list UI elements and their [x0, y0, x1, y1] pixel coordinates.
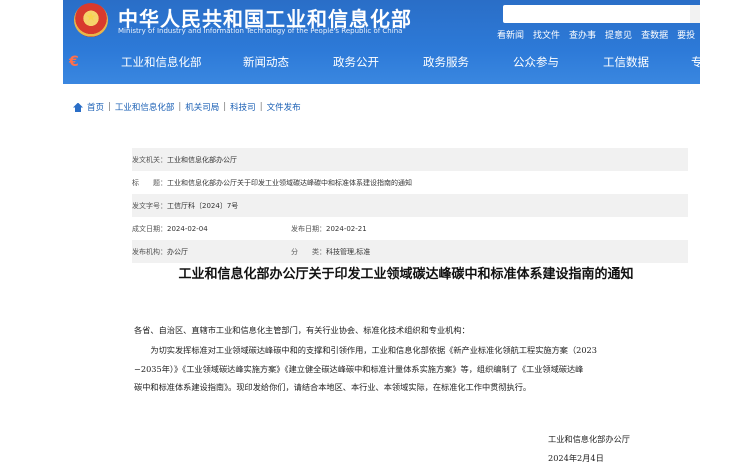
meta-row-dates: 成文日期： 2024-02-04 发布日期： 2024-02-21 [132, 217, 688, 240]
breadcrumb-separator: | [108, 102, 111, 112]
document-title: 工业和信息化部办公厅关于印发工业领域碳达峰碳中和标准体系建设指南的通知 [178, 267, 634, 282]
meta-row-title: 标 题： 工业和信息化部办公厅关于印发工业领域碳达峰碳中和标准体系建设指南的通知 [132, 171, 688, 194]
quick-link-services[interactable]: 查办事 [569, 28, 596, 41]
breadcrumb: 首页 | 工业和信息化部 | 机关司局 | 科技司 | 文件发布 [73, 101, 301, 113]
nav-item-ministry[interactable]: 工业和信息化部 [121, 54, 202, 70]
breadcrumb-separator: | [223, 102, 227, 112]
article-paragraph-line: 为切实发挥标准对工业领域碳达峰碳中和的支撑和引领作用，工业和信息化部依据《新产业… [134, 345, 597, 355]
breadcrumb-separator: | [178, 102, 182, 112]
quick-link-news[interactable]: 看新闻 [497, 28, 524, 41]
meta-row-doc-no: 发文字号： 工信厅科〔2024〕7号 [132, 194, 688, 217]
breadcrumb-documents[interactable]: 文件发布 [267, 101, 301, 113]
meta-label: 发文字号： [132, 201, 167, 210]
breadcrumb-science-dept[interactable]: 科技司 [230, 101, 256, 113]
quick-links: 看新闻 找文件 查办事 提意见 查数据 要投 [497, 28, 695, 41]
quick-link-feedback[interactable]: 提意见 [605, 28, 632, 41]
meta-issuer: 工业和信息化部办公厅 [167, 155, 237, 164]
meta-row-org: 发布机构： 办公厅 分 类： 科技管理,标准 [132, 240, 688, 263]
meta-cell-created: 成文日期： 2024-02-04 [132, 224, 291, 234]
breadcrumb-separator: | [259, 102, 263, 112]
meta-category: 科技管理,标准 [326, 247, 371, 256]
article-paragraph-line: 碳中和标准体系建设指南》。现印发给你们，请结合本地区、本行业、本领域实际，在标准… [134, 382, 532, 392]
article-salutation: 各省、自治区、直辖市工业和信息化主管部门，有关行业协会、标准化技术组织和专业机构… [134, 325, 470, 335]
breadcrumb-departments[interactable]: 机关司局 [185, 101, 219, 113]
quick-link-more[interactable]: 要投 [677, 28, 695, 41]
meta-cell-category: 分 类： 科技管理,标准 [291, 247, 370, 257]
quick-link-files[interactable]: 找文件 [533, 28, 560, 41]
nav-item-gov-affairs[interactable]: 政务公开 [333, 54, 379, 70]
meta-row-issuer: 发文机关： 工业和信息化部办公厅 [132, 148, 688, 171]
nav-item-gov-services[interactable]: 政务服务 [423, 54, 469, 70]
meta-label: 成文日期： [132, 224, 167, 233]
meta-cell-org: 发布机构： 办公厅 [132, 247, 291, 257]
nav-item-participation[interactable]: 公众参与 [513, 54, 559, 70]
nav-item-more[interactable]: 专 [691, 54, 700, 70]
meta-label: 发文机关： [132, 155, 167, 164]
document-metadata-table: 发文机关： 工业和信息化部办公厅 标 题： 工业和信息化部办公厅关于印发工业领域… [132, 148, 688, 263]
meta-doc-no: 工信厅科〔2024〕7号 [167, 201, 239, 210]
breadcrumb-home[interactable]: 首页 [87, 101, 104, 113]
meta-cell-published: 发布日期： 2024-02-21 [291, 224, 367, 234]
national-emblem-icon [74, 3, 108, 37]
meta-title: 工业和信息化部办公厅关于印发工业领域碳达峰碳中和标准体系建设指南的通知 [167, 178, 412, 187]
search-button[interactable] [690, 5, 700, 23]
main-nav: 工业和信息化部 新闻动态 政务公开 政务服务 公众参与 工信数据 专 [63, 54, 700, 72]
meta-label: 发布日期： [291, 224, 326, 233]
nav-item-news[interactable]: 新闻动态 [243, 54, 289, 70]
meta-org: 办公厅 [167, 247, 188, 256]
breadcrumb-ministry[interactable]: 工业和信息化部 [115, 101, 175, 113]
article-paragraph-line: −2035年）》《工业领域碳达峰实施方案》《建立健全碳达峰碳中和标准计量体系实施… [134, 364, 584, 374]
article-date: 2024年2月4日 [548, 453, 604, 463]
article-signature: 工业和信息化部办公厅 [548, 434, 630, 444]
nav-item-data[interactable]: 工信数据 [603, 54, 649, 70]
meta-label: 分 类： [291, 247, 326, 256]
home-icon[interactable] [73, 103, 83, 112]
meta-label: 标 题： [132, 178, 167, 187]
site-subtitle: Ministry of Industry and Information Tec… [118, 27, 403, 35]
quick-link-data[interactable]: 查数据 [641, 28, 668, 41]
meta-published-date: 2024-02-21 [326, 224, 367, 233]
meta-created-date: 2024-02-04 [167, 224, 208, 233]
search-input[interactable] [503, 5, 700, 23]
meta-label: 发布机构： [132, 247, 167, 256]
site-header: 中华人民共和国工业和信息化部 Ministry of Industry and … [63, 0, 700, 84]
